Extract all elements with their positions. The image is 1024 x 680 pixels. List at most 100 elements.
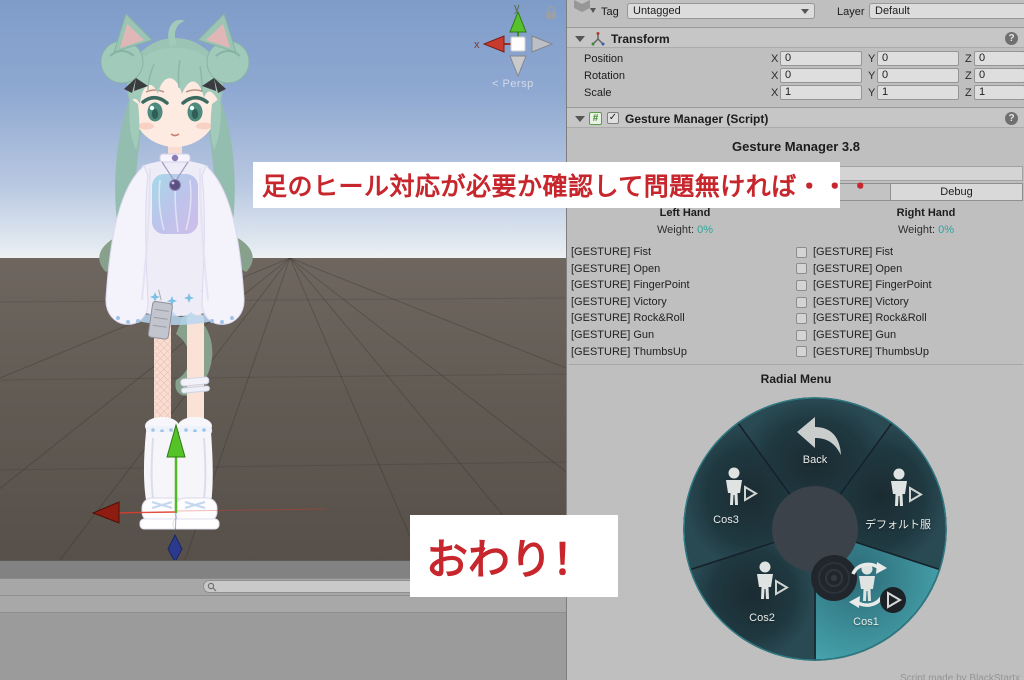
scale-label: Scale (584, 87, 612, 99)
move-gizmo[interactable] (85, 395, 335, 560)
transform-icon (591, 32, 605, 46)
transform-title: Transform (611, 32, 670, 46)
gesture-item[interactable]: [GESTURE] FingerPoint (796, 277, 932, 294)
axis-z-label: Z (965, 87, 972, 99)
annotation-note-heel-check: 足のヒール対応が必要か確認して問題無ければ・・・ (253, 162, 873, 208)
scene-view[interactable]: y x < Persp (0, 0, 566, 560)
layer-value: Default (875, 5, 910, 17)
lock-icon[interactable] (544, 5, 558, 20)
tag-label: Tag (601, 6, 619, 18)
gizmo-x-cone[interactable] (482, 35, 505, 53)
radial-item-label[interactable]: Cos1 (821, 616, 911, 628)
radial-item-label[interactable]: デフォルト服 (853, 516, 943, 532)
gesture-checkbox[interactable] (796, 263, 807, 275)
gesture-item[interactable]: [GESTURE] Fist (796, 244, 932, 261)
radial-menu-title: Radial Menu (760, 372, 832, 386)
gesture-checkbox[interactable] (796, 346, 807, 358)
axis-y-label: Y (868, 87, 876, 99)
left-hand-weight: Weight: 0% (605, 224, 765, 236)
tag-dropdown[interactable]: Untagged (627, 3, 815, 19)
tag-value: Untagged (633, 5, 681, 17)
radial-item-label[interactable]: Cos2 (717, 612, 807, 624)
foldout-arrow-icon[interactable] (575, 116, 585, 122)
scale-y-field[interactable]: 1 (877, 85, 959, 100)
radial-item-label[interactable]: Back (770, 454, 860, 466)
axis-x-label: X (771, 70, 779, 82)
layer-label: Layer (837, 6, 865, 18)
gesture-checkbox[interactable] (796, 279, 807, 291)
radial-item-label[interactable]: Cos3 (681, 514, 771, 526)
gizmo-x-axis[interactable] (91, 501, 120, 524)
gm-tab-debug[interactable]: Debug (890, 183, 1023, 201)
gizmo-z-axis[interactable] (167, 533, 183, 560)
layer-dropdown[interactable]: Default (869, 3, 1024, 19)
position-y-field[interactable]: 0 (877, 51, 959, 66)
left-hand-title: Left Hand (659, 207, 711, 219)
right-gesture-list: [GESTURE] Fist [GESTURE] Open [GESTURE] … (796, 244, 932, 360)
help-icon[interactable]: ? (1005, 112, 1018, 125)
right-hand-title: Right Hand (896, 207, 956, 219)
rotation-y-field[interactable]: 0 (877, 68, 959, 83)
persp-mode-label[interactable]: < Persp (492, 78, 534, 90)
gesture-item[interactable]: [GESTURE] Victory (571, 294, 690, 311)
axis-x-label: X (771, 87, 779, 99)
gesture-checkbox[interactable] (796, 329, 807, 341)
weight-label: Weight: (656, 224, 695, 236)
axis-y-label: Y (868, 53, 876, 65)
position-z-field[interactable]: 0 (974, 51, 1024, 66)
gizmo-y-cone[interactable] (509, 10, 527, 33)
unity-editor-window: y x < Persp Tag Untagged Layer Default T… (0, 0, 1024, 680)
gameobject-icon (574, 0, 596, 13)
rotation-label: Rotation (584, 70, 625, 82)
transform-header[interactable]: Transform ? ⋮ (567, 27, 1024, 48)
gesture-item[interactable]: [GESTURE] Fist (571, 244, 690, 261)
position-x-field[interactable]: 0 (780, 51, 862, 66)
gesture-item[interactable]: [GESTURE] ThumbsUp (796, 344, 932, 361)
gizmo-x-label: x (474, 39, 480, 51)
script-icon: # (589, 112, 602, 125)
project-content-area[interactable] (0, 612, 566, 680)
foldout-arrow-icon[interactable] (575, 36, 585, 42)
credit-text: Script made by BlackStartx (899, 673, 1020, 680)
gesture-item[interactable]: [GESTURE] FingerPoint (571, 277, 690, 294)
gesture-item[interactable]: [GESTURE] Gun (796, 327, 932, 344)
scale-z-field[interactable]: 1 (974, 85, 1024, 100)
gizmo-y-label: y (514, 2, 520, 14)
search-icon (207, 582, 217, 591)
gesture-checkbox[interactable] (796, 296, 807, 308)
project-breadcrumb-bar (0, 595, 566, 612)
gesture-item[interactable]: [GESTURE] Victory (796, 294, 932, 311)
gesture-checkbox[interactable] (796, 246, 807, 258)
gesture-checkbox[interactable] (796, 313, 807, 325)
gesture-manager-header[interactable]: # ✓ Gesture Manager (Script) ? ⋮ (567, 107, 1024, 128)
axis-y-label: Y (868, 70, 876, 82)
radial-cursor-puck[interactable] (811, 555, 857, 601)
rotation-x-field[interactable]: 0 (780, 68, 862, 83)
gesture-manager-title: Gesture Manager (Script) (625, 112, 769, 126)
weight-value: 0% (938, 224, 955, 236)
axis-z-label: Z (965, 53, 972, 65)
gesture-item[interactable]: [GESTURE] Open (571, 261, 690, 278)
gesture-item[interactable]: [GESTURE] ThumbsUp (571, 344, 690, 361)
weight-label: Weight: (897, 224, 936, 236)
divider (569, 364, 1023, 365)
gizmo-center-cube[interactable] (510, 36, 526, 52)
gesture-manager-version-title: Gesture Manager 3.8 (732, 139, 860, 154)
axis-x-label: X (771, 53, 779, 65)
scale-x-field[interactable]: 1 (780, 85, 862, 100)
gesture-item[interactable]: [GESTURE] Rock&Roll (796, 310, 932, 327)
right-hand-weight: Weight: 0% (846, 224, 1006, 236)
gesture-item[interactable]: [GESTURE] Rock&Roll (571, 310, 690, 327)
gesture-item[interactable]: [GESTURE] Gun (571, 327, 690, 344)
gizmo-neg-x-cone[interactable] (531, 35, 554, 53)
inspector-panel: Tag Untagged Layer Default Transform ? ⋮ (566, 0, 1024, 680)
position-label: Position (584, 53, 624, 65)
gesture-item[interactable]: [GESTURE] Open (796, 261, 932, 278)
weight-value: 0% (697, 224, 714, 236)
left-gesture-list: [GESTURE] Fist [GESTURE] Open [GESTURE] … (571, 244, 690, 360)
rotation-z-field[interactable]: 0 (974, 68, 1024, 83)
gizmo-y-axis[interactable] (166, 423, 186, 458)
gizmo-neg-y-cone[interactable] (509, 55, 527, 78)
component-enabled-checkbox[interactable]: ✓ (607, 112, 619, 124)
help-icon[interactable]: ? (1005, 32, 1018, 45)
